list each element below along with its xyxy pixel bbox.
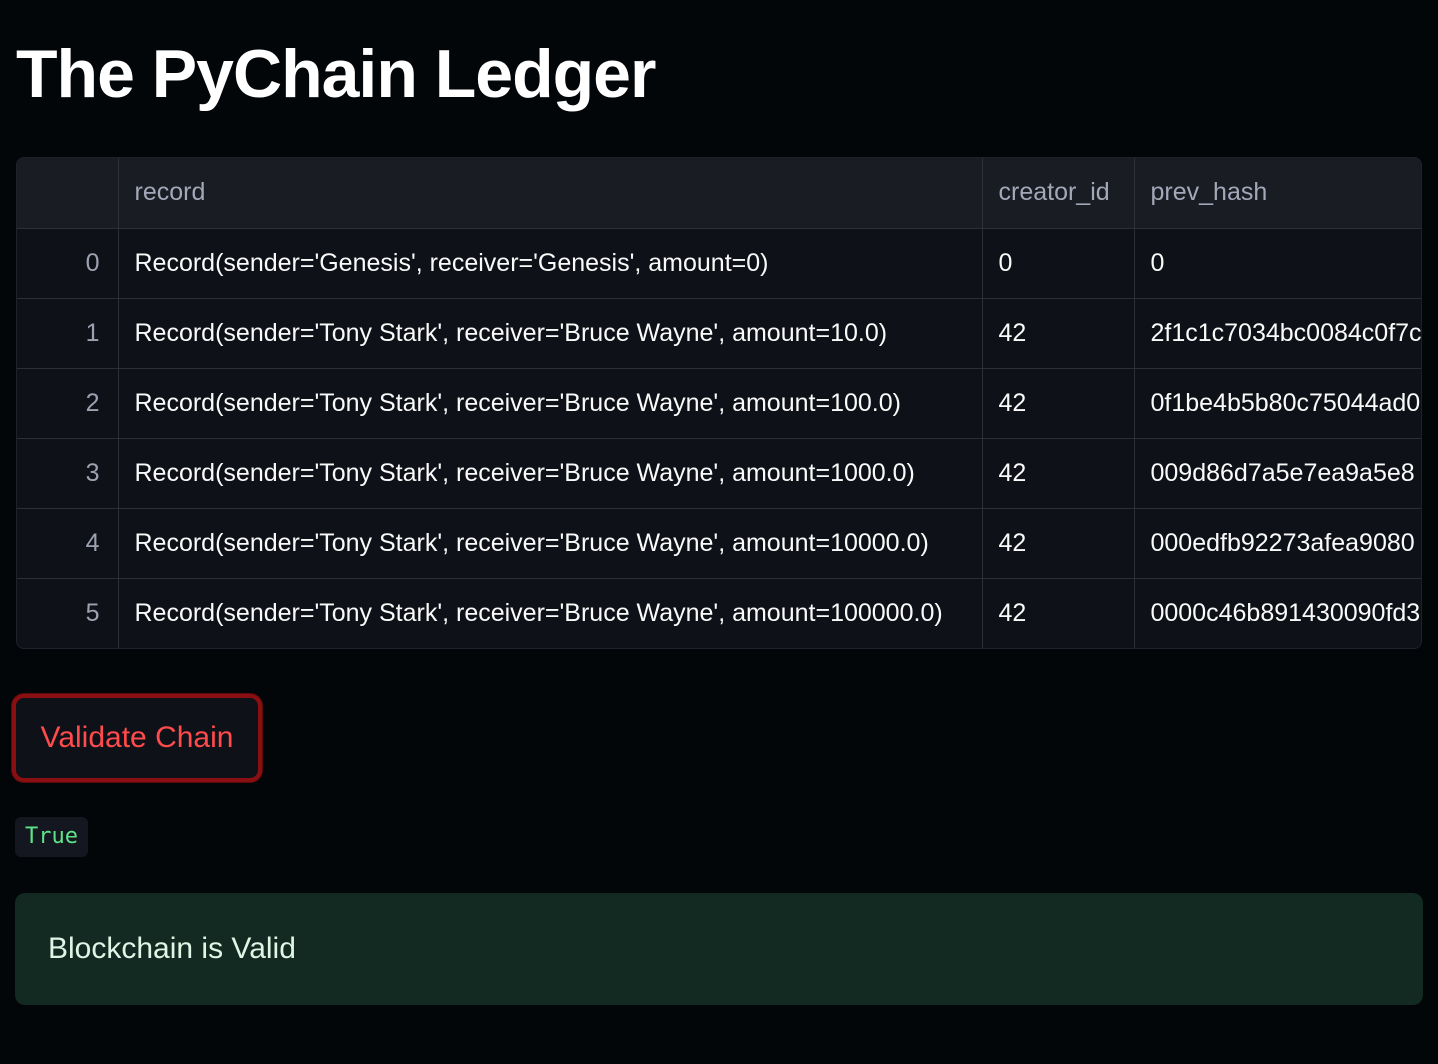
row-index[interactable]: 5 [17, 578, 119, 648]
ledger-table[interactable]: record creator_id prev_hash 0 Record(sen… [16, 157, 1422, 649]
table-row: 4 Record(sender='Tony Stark', receiver='… [17, 508, 1421, 579]
row-index[interactable]: 4 [17, 508, 119, 579]
app-page: The PyChain Ledger record creator_id pre… [0, 0, 1438, 1064]
table-row: 5 Record(sender='Tony Stark', receiver='… [17, 578, 1421, 648]
creator-id-cell[interactable]: 42 [982, 298, 1135, 369]
prev-hash-cell[interactable]: 000edfb92273afea9080 [1134, 508, 1421, 579]
row-index[interactable]: 1 [17, 298, 119, 369]
validate-chain-button[interactable]: Validate Chain [12, 694, 262, 782]
prev-hash-cell[interactable]: 0 [1134, 228, 1421, 299]
creator-id-cell[interactable]: 42 [982, 368, 1135, 439]
row-index[interactable]: 3 [17, 438, 119, 509]
prev-hash-cell[interactable]: 2f1c1c7034bc0084c0f7c [1134, 298, 1421, 369]
column-header-index[interactable] [17, 158, 119, 229]
validate-chain-label: Validate Chain [40, 721, 234, 754]
creator-id-cell[interactable]: 0 [982, 228, 1135, 299]
table-row: 3 Record(sender='Tony Stark', receiver='… [17, 438, 1421, 509]
table-row: 1 Record(sender='Tony Stark', receiver='… [17, 298, 1421, 369]
row-index[interactable]: 2 [17, 368, 119, 439]
creator-id-cell[interactable]: 42 [982, 508, 1135, 579]
creator-id-cell[interactable]: 42 [982, 438, 1135, 509]
prev-hash-cell[interactable]: 009d86d7a5e7ea9a5e8 [1134, 438, 1421, 509]
record-cell[interactable]: Record(sender='Tony Stark', receiver='Br… [118, 578, 983, 648]
record-cell[interactable]: Record(sender='Tony Stark', receiver='Br… [118, 508, 983, 579]
record-cell[interactable]: Record(sender='Tony Stark', receiver='Br… [118, 298, 983, 369]
validation-result-code: True [15, 817, 88, 857]
column-header-creator-id[interactable]: creator_id [982, 158, 1135, 229]
page-title: The PyChain Ledger [16, 36, 656, 112]
column-header-record[interactable]: record [118, 158, 983, 229]
creator-id-cell[interactable]: 42 [982, 578, 1135, 648]
prev-hash-cell[interactable]: 0000c46b891430090fd3 [1134, 578, 1421, 648]
prev-hash-cell[interactable]: 0f1be4b5b80c75044ad0 [1134, 368, 1421, 439]
table-row: 0 Record(sender='Genesis', receiver='Gen… [17, 228, 1421, 299]
column-header-prev-hash[interactable]: prev_hash [1134, 158, 1421, 229]
record-cell[interactable]: Record(sender='Genesis', receiver='Genes… [118, 228, 983, 299]
success-message: Blockchain is Valid [48, 932, 296, 965]
record-cell[interactable]: Record(sender='Tony Stark', receiver='Br… [118, 438, 983, 509]
table-row: 2 Record(sender='Tony Stark', receiver='… [17, 368, 1421, 439]
record-cell[interactable]: Record(sender='Tony Stark', receiver='Br… [118, 368, 983, 439]
success-alert: Blockchain is Valid [15, 893, 1423, 1005]
table-header-row: record creator_id prev_hash [17, 158, 1421, 229]
row-index[interactable]: 0 [17, 228, 119, 299]
